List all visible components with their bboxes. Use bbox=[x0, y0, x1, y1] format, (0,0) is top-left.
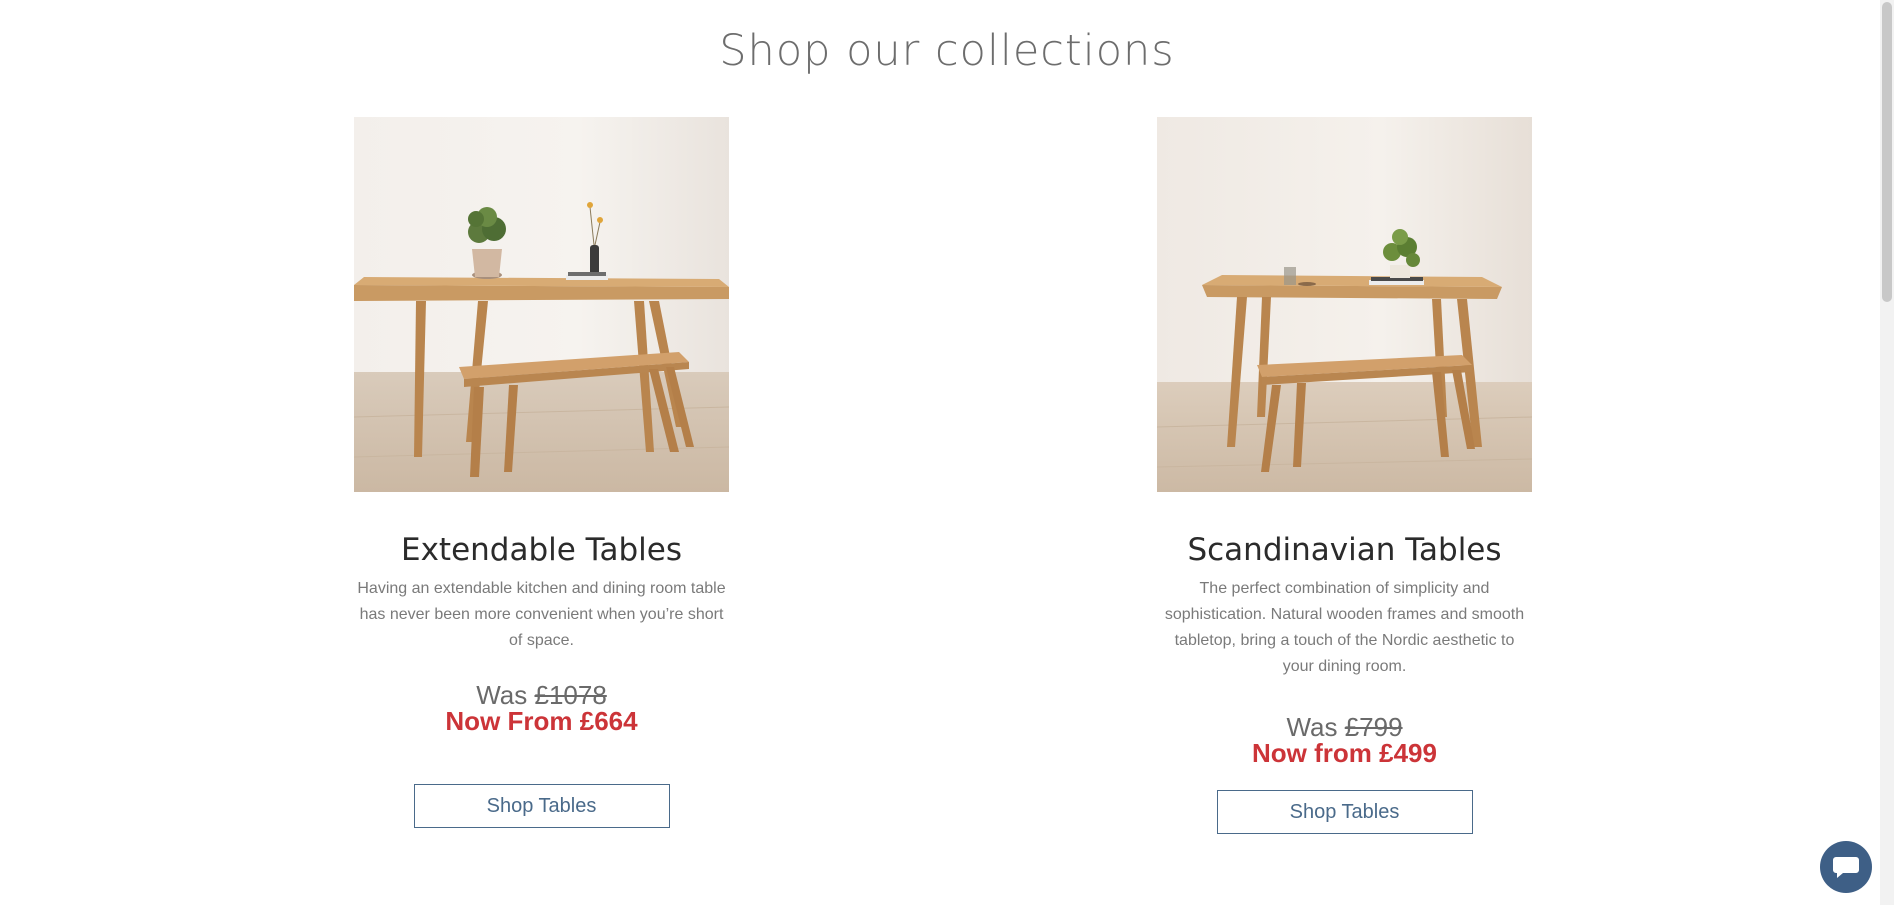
scandinavian-table-image[interactable] bbox=[1157, 117, 1532, 492]
collection-card-scandinavian: Scandinavian Tables The perfect combinat… bbox=[1157, 117, 1532, 834]
price-block: Was £1078 Now From £664 bbox=[354, 682, 729, 734]
extendable-table-image[interactable] bbox=[354, 117, 729, 492]
collection-title[interactable]: Scandinavian Tables bbox=[1157, 530, 1532, 570]
sale-price: Now From £664 bbox=[445, 706, 638, 736]
was-price: Was £799 bbox=[1157, 714, 1532, 740]
price-block: Was £799 Now from £499 bbox=[1157, 714, 1532, 766]
collection-description: The perfect combination of simplicity an… bbox=[1164, 580, 1525, 675]
chat-icon bbox=[1833, 857, 1859, 878]
collections-page: Shop our collections Extendable Tables H… bbox=[0, 0, 1894, 905]
section-title: Shop our collections bbox=[719, 26, 1175, 76]
was-price: Was £1078 bbox=[354, 682, 729, 708]
scrollbar-thumb[interactable] bbox=[1882, 2, 1892, 302]
sale-price: Now from £499 bbox=[1252, 738, 1437, 768]
chat-button[interactable] bbox=[1820, 841, 1872, 893]
collection-title[interactable]: Extendable Tables bbox=[354, 530, 729, 570]
collection-card-extendable: Extendable Tables Having an extendable k… bbox=[354, 117, 729, 828]
shop-tables-button[interactable]: Shop Tables bbox=[1216, 790, 1473, 834]
shop-tables-button[interactable]: Shop Tables bbox=[413, 784, 670, 828]
page-scrollbar[interactable] bbox=[1880, 0, 1894, 905]
collection-description: Having an extendable kitchen and dining … bbox=[357, 580, 726, 649]
